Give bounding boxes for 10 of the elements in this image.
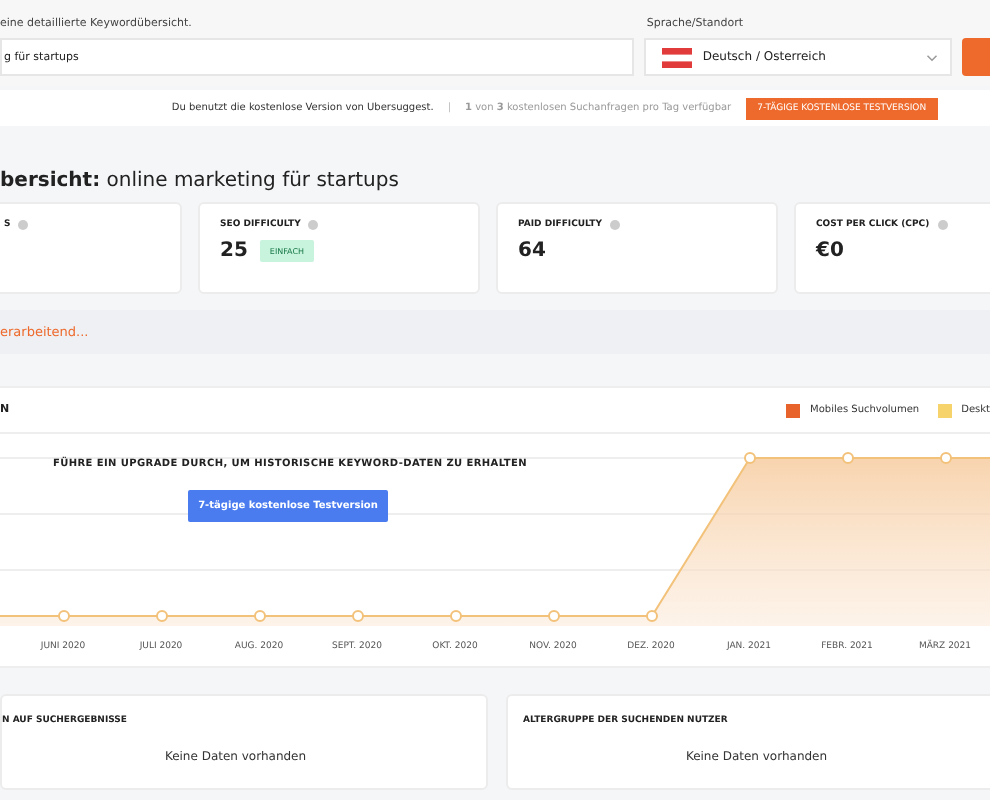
- info-icon[interactable]: [18, 220, 29, 230]
- info-icon[interactable]: [937, 220, 948, 230]
- metric-value: 25: [220, 240, 248, 262]
- info-icon[interactable]: [308, 220, 319, 230]
- flag-icon: [662, 47, 693, 67]
- caret-icon: [926, 53, 939, 61]
- info-icon[interactable]: [609, 220, 620, 230]
- metric-value: €0: [816, 240, 844, 262]
- metric-value: 64: [518, 240, 546, 262]
- search-button[interactable]: [962, 38, 990, 76]
